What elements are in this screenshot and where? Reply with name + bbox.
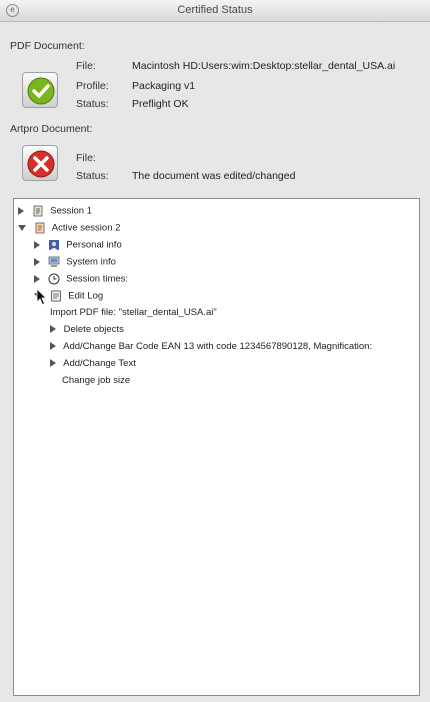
pdf-status-value: Preflight OK — [132, 98, 189, 110]
pdf-document-heading: PDF Document: — [10, 40, 85, 52]
disclosure-down-icon[interactable] — [18, 225, 26, 231]
pdf-file-label: File: — [76, 60, 96, 72]
clock-icon — [48, 273, 60, 285]
artpro-status-badge — [22, 145, 58, 181]
tree-item-add-barcode[interactable]: Add/Change Bar Code EAN 13 with code 123… — [50, 341, 372, 357]
log-icon — [50, 290, 61, 302]
check-icon — [27, 77, 55, 105]
pdf-profile-value: Packaging v1 — [132, 80, 196, 92]
tree-item-label: Import PDF file: "stellar_dental_USA.ai" — [50, 307, 217, 318]
tree-item-label: Session times: — [66, 273, 129, 285]
tree-item-label: Add/Change Text — [63, 358, 136, 369]
tree-item-personal-info[interactable]: Personal info — [34, 239, 122, 255]
artpro-status-value: The document was edited/changed — [132, 170, 296, 182]
tree-item-label: Delete objects — [63, 324, 124, 335]
disclosure-right-icon[interactable] — [34, 275, 40, 283]
disclosure-right-icon[interactable] — [34, 258, 40, 266]
tree-item-session-1[interactable]: Session 1 — [18, 205, 92, 221]
tree-item-add-text[interactable]: Add/Change Text — [50, 358, 136, 374]
tree-item-label: Add/Change Bar Code EAN 13 with code 123… — [63, 341, 373, 352]
tree-item-active-session-2[interactable]: Active session 2 — [18, 222, 120, 238]
mouse-pointer-icon — [36, 288, 47, 306]
disclosure-right-icon[interactable] — [34, 241, 40, 249]
session-icon — [33, 205, 43, 217]
tree-item-delete-objects[interactable]: Delete objects — [50, 324, 124, 340]
disclosure-right-icon[interactable] — [18, 207, 24, 215]
tree-item-system-info[interactable]: System info — [34, 256, 116, 272]
cross-icon — [27, 150, 55, 178]
artpro-document-heading: Artpro Document: — [10, 123, 93, 135]
session-icon — [35, 222, 45, 234]
tree-item-label: Personal info — [66, 239, 122, 251]
tree-item-label: System info — [66, 256, 116, 268]
artpro-status-label: Status: — [76, 170, 109, 182]
tree-item-label: Session 1 — [50, 205, 93, 217]
pdf-status-label: Status: — [76, 98, 109, 110]
tree-item-label: Edit Log — [68, 290, 104, 302]
window-title: Certified Status — [177, 4, 253, 16]
history-tree[interactable]: Session 1 Active session 2 Personal info… — [13, 198, 420, 696]
pdf-status-badge — [22, 72, 58, 108]
computer-icon — [48, 256, 60, 267]
tree-item-change-job-size[interactable]: Change job size — [62, 375, 130, 391]
pdf-profile-label: Profile: — [76, 80, 109, 92]
disclosure-right-icon[interactable] — [50, 342, 56, 351]
tree-item-label: Change job size — [62, 375, 131, 386]
tree-item-session-times[interactable]: Session times: — [34, 273, 128, 289]
pdf-file-value: Macintosh HD:Users:wim:Desktop:stellar_d… — [132, 60, 396, 72]
tree-item-import-pdf[interactable]: Import PDF file: "stellar_dental_USA.ai" — [50, 307, 217, 323]
disclosure-right-icon[interactable] — [50, 359, 56, 368]
title-bar: e Certified Status — [0, 0, 430, 22]
disclosure-right-icon[interactable] — [50, 325, 56, 334]
tree-item-label: Active session 2 — [51, 222, 121, 234]
person-icon — [48, 240, 59, 250]
artpro-file-label: File: — [76, 152, 96, 164]
